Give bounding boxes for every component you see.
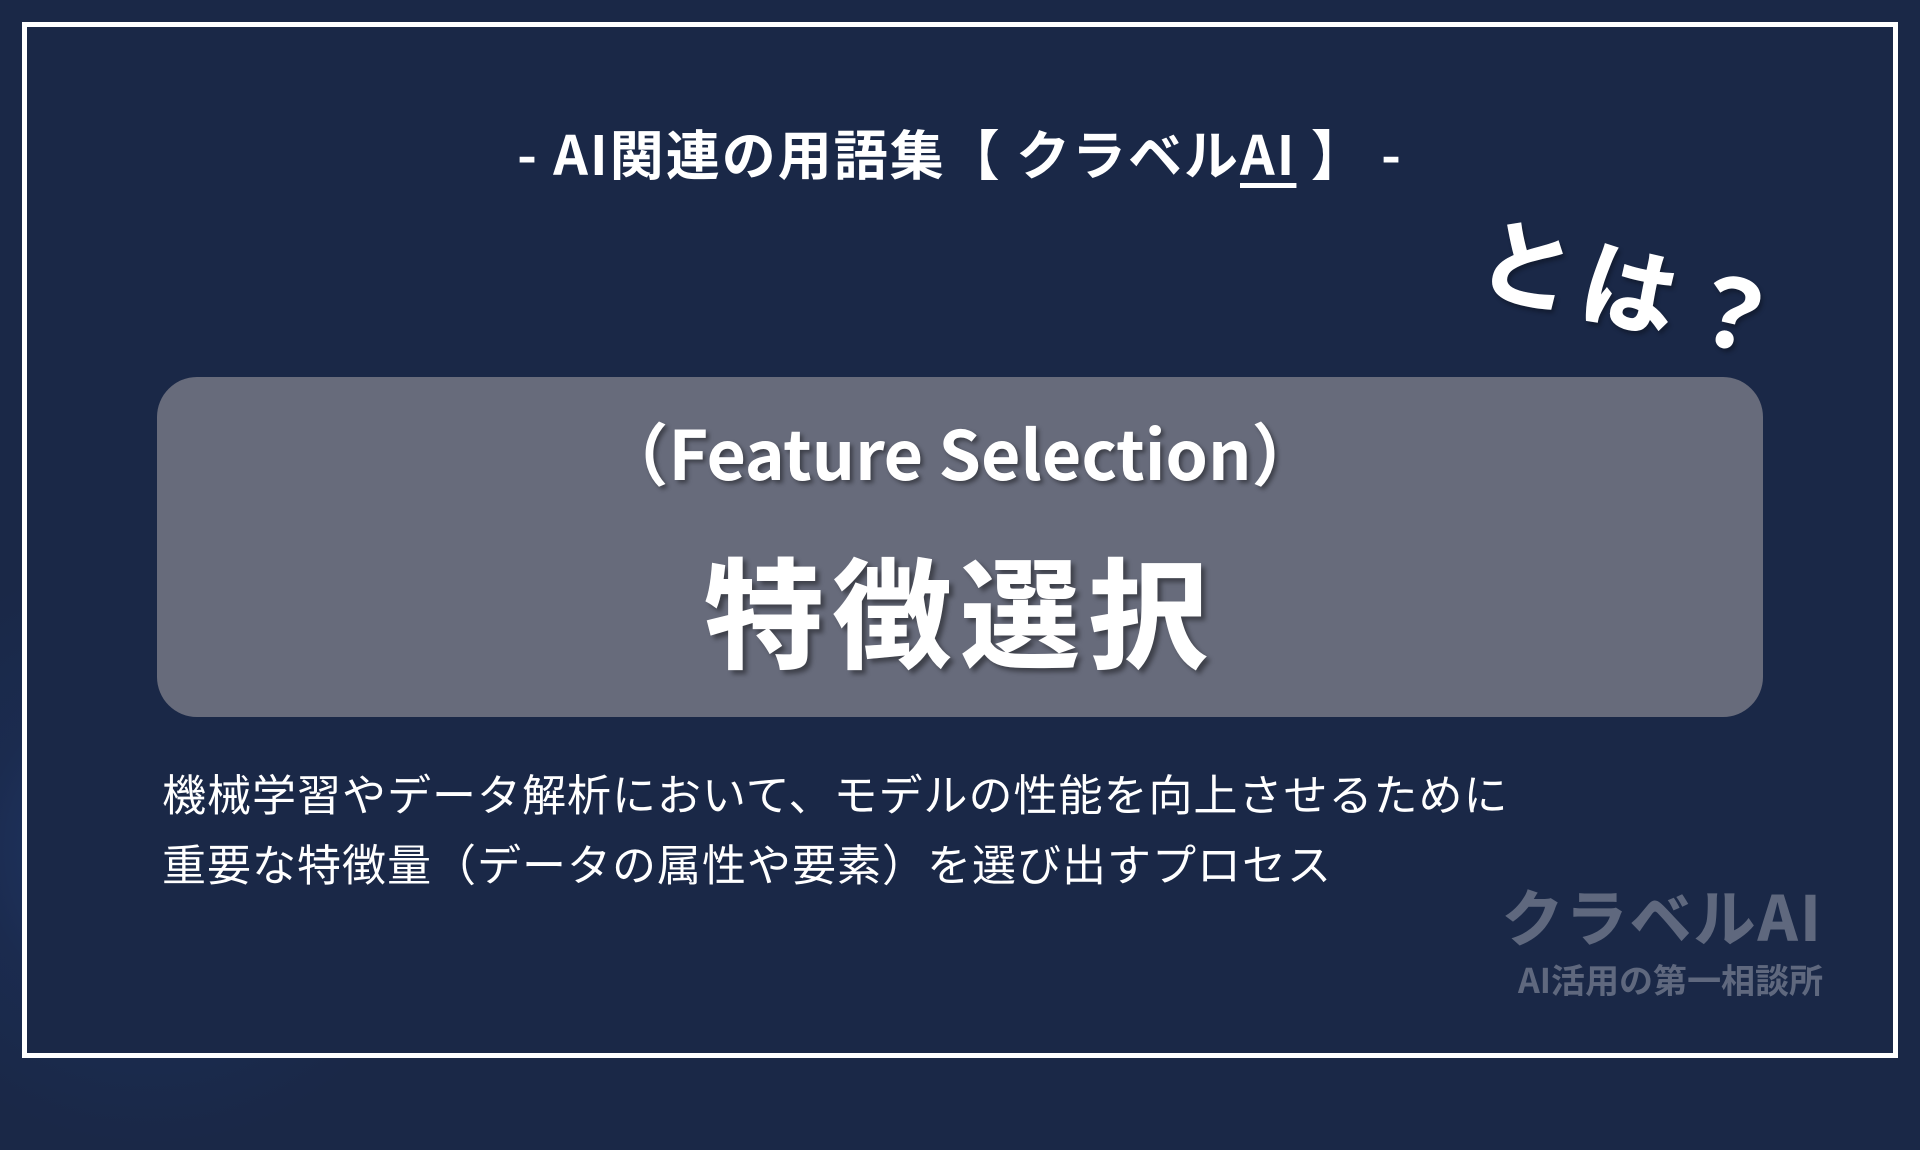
header-prefix: - — [517, 112, 553, 191]
header-text: - AI関連の用語集【 クラベルAI 】 - — [517, 112, 1403, 191]
header-part2: 】 — [1296, 112, 1366, 191]
header-part1: AI関連の用語集【 クラベル — [553, 112, 1240, 191]
header-suffix: - — [1367, 112, 1403, 191]
header-ai-underline: AI — [1240, 112, 1296, 191]
content-box: （Feature Selection） 特徴選択 — [157, 377, 1763, 717]
description-line-1: 機械学習やデータ解析において、モデルの性能を向上させるために — [162, 757, 1758, 827]
page-header: - AI関連の用語集【 クラベルAI 】 - — [27, 112, 1893, 191]
towa-badge: とは？ — [1467, 183, 1805, 387]
term-main-title: 特徴選択 — [704, 520, 1216, 694]
brand-footer: クラベルAI AI活用の第一相談所 — [1502, 869, 1823, 1003]
outer-frame: - AI関連の用語集【 クラベルAI 】 - とは？ （Feature Sele… — [22, 22, 1898, 1058]
term-subtitle-english: （Feature Selection） — [600, 401, 1319, 500]
brand-tagline: AI活用の第一相談所 — [1502, 954, 1823, 1003]
brand-name: クラベルAI — [1502, 869, 1823, 959]
